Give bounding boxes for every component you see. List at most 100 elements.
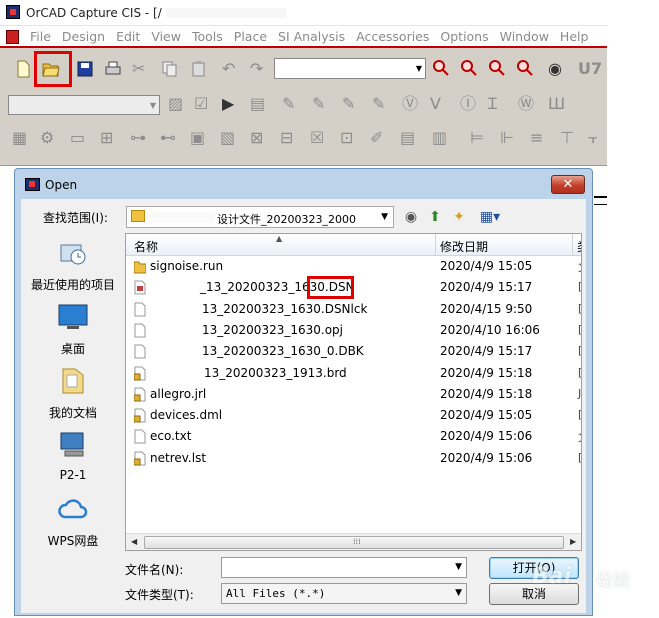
voltage-icon[interactable]: Ⓥ (402, 95, 418, 113)
place-documents[interactable]: 我的文档 (21, 365, 125, 421)
place-text-icon[interactable]: ▤ (400, 129, 415, 147)
align-middle-icon[interactable]: ⫟ (588, 129, 598, 147)
scroll-thumb[interactable]: ⁞⁞⁞ (144, 536, 564, 549)
paste-icon[interactable] (190, 60, 208, 78)
current-icon[interactable]: Ⓘ (460, 95, 476, 113)
filename-input[interactable]: ▼ (221, 557, 467, 578)
file-row[interactable]: 13_20200323_1630_0.DBK 2020/4/9 15:17 [ (126, 341, 581, 362)
place-bus-entry-icon[interactable]: ⊷ (160, 129, 176, 147)
property-combo[interactable]: ▼ (8, 95, 160, 115)
file-row[interactable]: 13_20200323_1913.brd 2020/4/9 15:18 [ (126, 363, 581, 384)
align-left-icon[interactable]: ⊨ (470, 129, 484, 147)
redo-icon[interactable]: ↷ (250, 60, 263, 78)
align-right-icon[interactable]: ≡ (530, 129, 543, 147)
menu-si-analysis[interactable]: SI Analysis (278, 29, 345, 44)
new-folder-icon[interactable]: ✦ (449, 207, 469, 227)
copy-icon[interactable] (160, 60, 178, 78)
back-icon[interactable]: ◉ (401, 207, 421, 227)
probe-icon[interactable]: ▤ (250, 95, 265, 113)
print-icon[interactable] (104, 60, 122, 78)
file-row[interactable]: allegro.jrl 2020/4/9 15:18 J (126, 384, 581, 405)
waveform-icon[interactable]: ▨ (168, 95, 183, 113)
menu-help[interactable]: Help (560, 29, 589, 44)
file-row[interactable]: netrev.lst 2020/4/9 15:06 [ (126, 448, 581, 469)
place-computer[interactable]: P2-1 (21, 429, 125, 482)
place-power-icon[interactable]: ▣ (190, 129, 205, 147)
menu-options[interactable]: Options (440, 29, 488, 44)
scroll-right-icon[interactable]: ▶ (570, 537, 576, 546)
check-icon[interactable]: ☑ (194, 95, 208, 113)
place-offpage-icon[interactable]: ⊠ (250, 129, 263, 147)
zoom-in-icon[interactable] (432, 59, 450, 77)
place-noconnect-icon[interactable]: ✐ (370, 129, 383, 147)
place-ground-icon[interactable]: ▧ (220, 129, 235, 147)
place-pin-icon[interactable]: ⊡ (340, 129, 353, 147)
document-icon[interactable] (6, 30, 19, 44)
chevron-down-icon[interactable]: ▼ (381, 212, 388, 222)
file-row[interactable]: signoise.run 2020/4/9 15:05 文 (126, 256, 581, 277)
place-junction-icon[interactable]: ⊶ (130, 129, 146, 147)
save-icon[interactable] (76, 60, 94, 78)
menu-window[interactable]: Window (500, 29, 549, 44)
file-row[interactable]: devices.dml 2020/4/9 15:05 [ (126, 405, 581, 426)
column-name[interactable]: 名称 (134, 238, 158, 255)
current-marker-icon[interactable]: Ɪ (488, 95, 497, 113)
marker-icon[interactable]: ✎ (282, 95, 295, 113)
eye-icon[interactable]: ◉ (548, 60, 562, 78)
voltage-diff-icon[interactable]: Ⅴ (430, 95, 441, 113)
chevron-down-icon[interactable]: ▼ (150, 101, 156, 110)
place-desktop[interactable]: 桌面 (21, 301, 125, 357)
scroll-left-icon[interactable]: ◀ (131, 537, 137, 546)
menu-file[interactable]: File (30, 29, 51, 44)
place-part-icon[interactable]: ▦ (12, 129, 27, 147)
undo-icon[interactable]: ↶ (222, 60, 235, 78)
place-port-icon[interactable]: ☒ (310, 129, 324, 147)
part-search-combo[interactable]: ▼ (274, 58, 426, 79)
place-hierarchical-icon[interactable]: ⊟ (280, 129, 293, 147)
marker3-icon[interactable]: ✎ (342, 95, 355, 113)
chevron-down-icon[interactable]: ▼ (455, 588, 462, 598)
place-line-icon[interactable]: ▥ (432, 129, 447, 147)
menu-design[interactable]: Design (62, 29, 105, 44)
menu-place[interactable]: Place (234, 29, 267, 44)
file-list[interactable]: 名称 ▲ 修改日期 类 signoise.run2020/4/9 15:05文_… (125, 233, 582, 551)
menu-edit[interactable]: Edit (116, 29, 140, 44)
file-row[interactable]: _13_20200323_1630.DSN 2020/4/9 15:17[ (126, 277, 581, 298)
column-separator[interactable] (572, 234, 573, 256)
new-file-icon[interactable] (14, 60, 32, 78)
up-folder-icon[interactable]: ⬆ (425, 207, 445, 227)
align-center-icon[interactable]: ⊩ (500, 129, 514, 147)
close-button[interactable]: ✕ (551, 175, 585, 194)
marker2-icon[interactable]: ✎ (312, 95, 325, 113)
column-modified[interactable]: 修改日期 (440, 238, 488, 255)
zoom-area-icon[interactable] (488, 59, 506, 77)
cut-icon[interactable]: ✂ (132, 60, 145, 78)
filetype-select[interactable]: All Files (*.*) ▼ (221, 583, 467, 604)
place-recent[interactable]: 最近使用的项目 (21, 237, 125, 293)
place-bus-icon[interactable]: ▭ (70, 129, 85, 147)
chevron-down-icon[interactable]: ▼ (455, 562, 462, 572)
view-menu-icon[interactable]: ▦▾ (475, 207, 505, 227)
file-row[interactable]: eco.txt 2020/4/9 15:06 文 (126, 426, 581, 447)
file-row[interactable]: 13_20200323_1630.opj 2020/4/10 16:06 [ (126, 320, 581, 341)
marker4-icon[interactable]: ✎ (372, 95, 385, 113)
menu-tools[interactable]: Tools (192, 29, 223, 44)
file-row[interactable]: 13_20200323_1630.DSNlck 2020/4/15 9:50 [ (126, 299, 581, 320)
filename-field[interactable] (225, 560, 450, 576)
align-top-icon[interactable]: ⊤ (560, 129, 574, 147)
chevron-down-icon[interactable]: ▼ (416, 64, 422, 73)
place-wps-cloud[interactable]: WPS网盘 (21, 493, 125, 549)
column-separator[interactable] (435, 234, 436, 256)
power-marker-icon[interactable]: Ш (548, 95, 565, 113)
menu-view[interactable]: View (151, 29, 181, 44)
zoom-all-icon[interactable] (516, 59, 534, 77)
place-net-icon[interactable]: ⊞ (100, 129, 113, 147)
run-icon[interactable]: ▶ (222, 95, 234, 113)
u7-icon[interactable]: U7 (578, 60, 602, 78)
lookin-combo[interactable]: 设计文件_20200323_2000 ▼ (126, 206, 394, 228)
power-icon[interactable]: Ⓦ (518, 95, 534, 113)
zoom-out-icon[interactable] (460, 59, 478, 77)
place-wire-icon[interactable]: ⚙ (40, 129, 54, 147)
column-type[interactable]: 类 (577, 238, 581, 255)
menu-accessories[interactable]: Accessories (356, 29, 429, 44)
